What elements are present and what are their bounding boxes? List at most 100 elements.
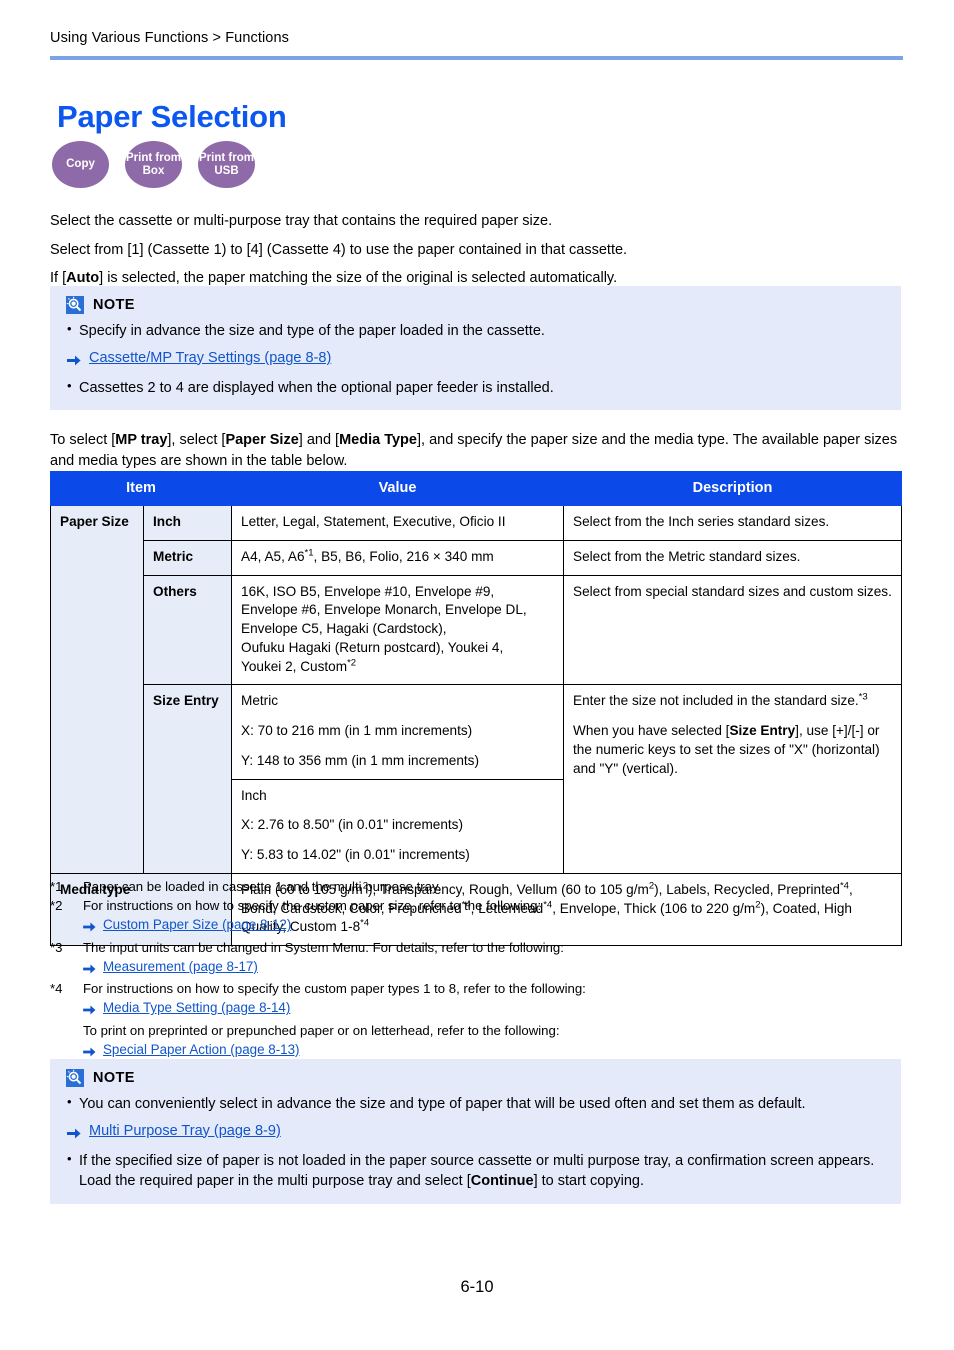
- size-entry-desc-p1-text: Enter the size not included in the stand…: [573, 693, 859, 709]
- arrow-right-icon: [83, 961, 96, 979]
- arrow-right-icon: [67, 353, 81, 371]
- table-intro-paragraph: To select [MP tray], select [Paper Size]…: [50, 430, 903, 472]
- badge-print-from-usb-line2: USB: [214, 164, 239, 177]
- footnote-3: *3 The input units can be changed in Sys…: [50, 939, 903, 957]
- note-bottom-item-2: If the specified size of paper is not lo…: [66, 1150, 885, 1192]
- column-header-value: Value: [231, 471, 565, 506]
- badge-print-from-usb-line1: Print from: [199, 152, 254, 165]
- page-number: 6-10: [460, 1278, 494, 1296]
- footnote-1-text: Paper can be loaded in cassette 1 and th…: [83, 879, 442, 894]
- others-line-4: Oufuku Hagaki (Return postcard), Youkei …: [241, 639, 504, 655]
- link-measurement[interactable]: Measurement (page 8-17): [103, 958, 258, 977]
- cell-metric-value: A4, A5, A6*1, B5, B6, Folio, 216 × 340 m…: [231, 539, 565, 576]
- footnote-4-subtext: To print on preprinted or prepunched pap…: [83, 1022, 560, 1038]
- cell-size-entry-description: Enter the size not included in the stand…: [563, 684, 903, 874]
- column-header-description: Description: [563, 471, 903, 506]
- note-top-title: NOTE: [93, 297, 135, 313]
- table-intro-t3: ] and [: [298, 431, 340, 448]
- footnote-2-link-row[interactable]: Custom Paper Size (page 8-12): [83, 916, 903, 937]
- note-bottom-header: NOTE: [66, 1069, 885, 1087]
- footnotes-list: *1 Paper can be loaded in cassette 1 and…: [50, 878, 903, 1063]
- others-line-2: Envelope #6, Envelope Monarch, Envelope …: [241, 602, 527, 618]
- header-divider: [50, 56, 903, 60]
- note-bottom-item-2-b: ] to start copying.: [533, 1173, 644, 1190]
- size-entry-inch-y: Y: 5.83 to 14.02" (in 0.01" increments): [241, 847, 470, 862]
- size-entry-metric-x: X: 70 to 216 mm (in 1 mm increments): [241, 723, 473, 738]
- table-intro-b3: Media Type: [339, 431, 417, 448]
- note-box-bottom: NOTE You can conveniently select in adva…: [50, 1059, 901, 1204]
- footnote-4: *4 For instructions on how to specify th…: [50, 980, 903, 998]
- cell-others-label: Others: [142, 574, 233, 686]
- table-row-inch: Paper Size Inch Letter, Legal, Statement…: [50, 505, 903, 874]
- link-special-paper-action[interactable]: Special Paper Action (page 8-13): [103, 1041, 300, 1060]
- cell-paper-size-label: Paper Size: [50, 505, 144, 874]
- others-line-1: 16K, ISO B5, Envelope #10, Envelope #9,: [241, 583, 495, 599]
- badge-print-from-box: Print from Box: [125, 141, 182, 188]
- footnote-4-mark: *4: [50, 981, 63, 997]
- paper-specification-table: Item Value Description Paper Size Inch L…: [49, 471, 903, 947]
- footnote-3-text: The input units can be changed in System…: [83, 939, 564, 955]
- footnote-4-link-row[interactable]: Media Type Setting (page 8-14): [83, 999, 903, 1020]
- badge-print-from-box-line1: Print from: [126, 152, 181, 165]
- footnote-4-text: For instructions on how to specify the c…: [83, 981, 586, 997]
- cell-inch-description: Select from the Inch series standard siz…: [563, 505, 903, 541]
- link-multi-purpose-tray[interactable]: Multi Purpose Tray (page 8-9): [89, 1123, 281, 1139]
- note-top-header: NOTE: [66, 296, 885, 314]
- note-top-link-row-1[interactable]: Cassette/MP Tray Settings (page 8-8): [66, 350, 885, 371]
- cell-size-entry-metric-value: Metric X: 70 to 216 mm (in 1 mm incremen…: [231, 684, 565, 780]
- table-row-others: Others 16K, ISO B5, Envelope #10, Envelo…: [51, 574, 903, 686]
- table-row-metric: Metric A4, A5, A6*1, B5, B6, Folio, 216 …: [51, 539, 903, 576]
- footnote-2-text: For instructions on how to specify the c…: [83, 898, 542, 914]
- footnote-1: *1 Paper can be loaded in cassette 1 and…: [50, 878, 903, 896]
- metric-value-a: A4, A5, A6: [241, 548, 305, 564]
- badge-copy-line1: Copy: [66, 158, 95, 171]
- note-top-item-1: Specify in advance the size and type of …: [66, 320, 885, 342]
- note-box-top: NOTE Specify in advance the size and typ…: [50, 286, 901, 411]
- size-entry-desc-p2-bold: Size Entry: [729, 723, 796, 738]
- cell-inch-value: Letter, Legal, Statement, Executive, Ofi…: [231, 505, 565, 541]
- size-entry-desc-p2-a: When you have selected [: [573, 723, 730, 738]
- others-line-5: Youkei 2, Custom: [241, 658, 348, 674]
- column-header-item: Item: [49, 471, 233, 506]
- cell-metric-description: Select from the Metric standard sizes.: [563, 539, 903, 576]
- function-badges: Copy Print from Box Print from USB: [52, 141, 255, 188]
- size-entry-desc-p1: Enter the size not included in the stand…: [573, 692, 892, 711]
- table-intro-b2: Paper Size: [225, 431, 299, 448]
- others-line-3: Envelope C5, Hagaki (Cardstock),: [241, 621, 447, 636]
- arrow-right-icon: [67, 1126, 81, 1144]
- size-entry-desc-p2: When you have selected [Size Entry], use…: [573, 722, 892, 778]
- link-media-type-setting[interactable]: Media Type Setting (page 8-14): [103, 999, 290, 1018]
- footnote-2-mark: *2: [50, 898, 63, 914]
- table-header-row: Item Value Description: [49, 471, 903, 506]
- link-cassette-mp-tray-settings[interactable]: Cassette/MP Tray Settings (page 8-8): [89, 350, 331, 366]
- badge-print-from-usb: Print from USB: [198, 141, 255, 188]
- intro-p3-bold: Auto: [66, 269, 100, 286]
- table-row-size-entry-metric: Size Entry Metric X: 70 to 216 mm (in 1 …: [51, 684, 903, 874]
- intro-p3-pre: If [: [50, 269, 67, 286]
- note-bottom-item-1: You can conveniently select in advance t…: [66, 1093, 885, 1115]
- others-value-footnote-ref: *2: [347, 656, 357, 668]
- badge-print-from-box-line2: Box: [142, 164, 165, 177]
- arrow-right-icon: [83, 919, 96, 937]
- page-title: Paper Selection: [57, 98, 287, 134]
- note-icon: [66, 296, 84, 314]
- note-bottom-title: NOTE: [93, 1070, 135, 1086]
- note-icon: [66, 1069, 84, 1087]
- badge-copy: Copy: [52, 141, 109, 188]
- table-intro-b1: MP tray: [115, 431, 168, 448]
- intro-paragraph-1: Select the cassette or multi-purpose tra…: [50, 212, 553, 229]
- cell-others-value: 16K, ISO B5, Envelope #10, Envelope #9, …: [231, 574, 565, 686]
- metric-value-b: , B5, B6, Folio, 216 × 340 mm: [313, 548, 494, 564]
- size-entry-metric-title: Metric: [241, 693, 279, 709]
- cell-size-entry-inch-value: Inch X: 2.76 to 8.50" (in 0.01" incremen…: [231, 778, 565, 874]
- intro-paragraph-2: Select from [1] (Cassette 1) to [4] (Cas…: [50, 241, 628, 258]
- note-bottom-link-row-1[interactable]: Multi Purpose Tray (page 8-9): [66, 1123, 885, 1144]
- metric-value-footnote-ref: *1: [304, 547, 314, 559]
- cell-metric-label: Metric: [142, 539, 233, 576]
- link-custom-paper-size[interactable]: Custom Paper Size (page 8-12): [103, 916, 291, 935]
- footnote-3-link-row[interactable]: Measurement (page 8-17): [83, 958, 903, 979]
- size-entry-metric-y: Y: 148 to 356 mm (in 1 mm increments): [241, 752, 479, 768]
- cell-inch-label: Inch: [142, 505, 233, 541]
- table-intro-t2: ], select [: [167, 431, 226, 448]
- cell-others-description: Select from special standard sizes and c…: [563, 574, 903, 686]
